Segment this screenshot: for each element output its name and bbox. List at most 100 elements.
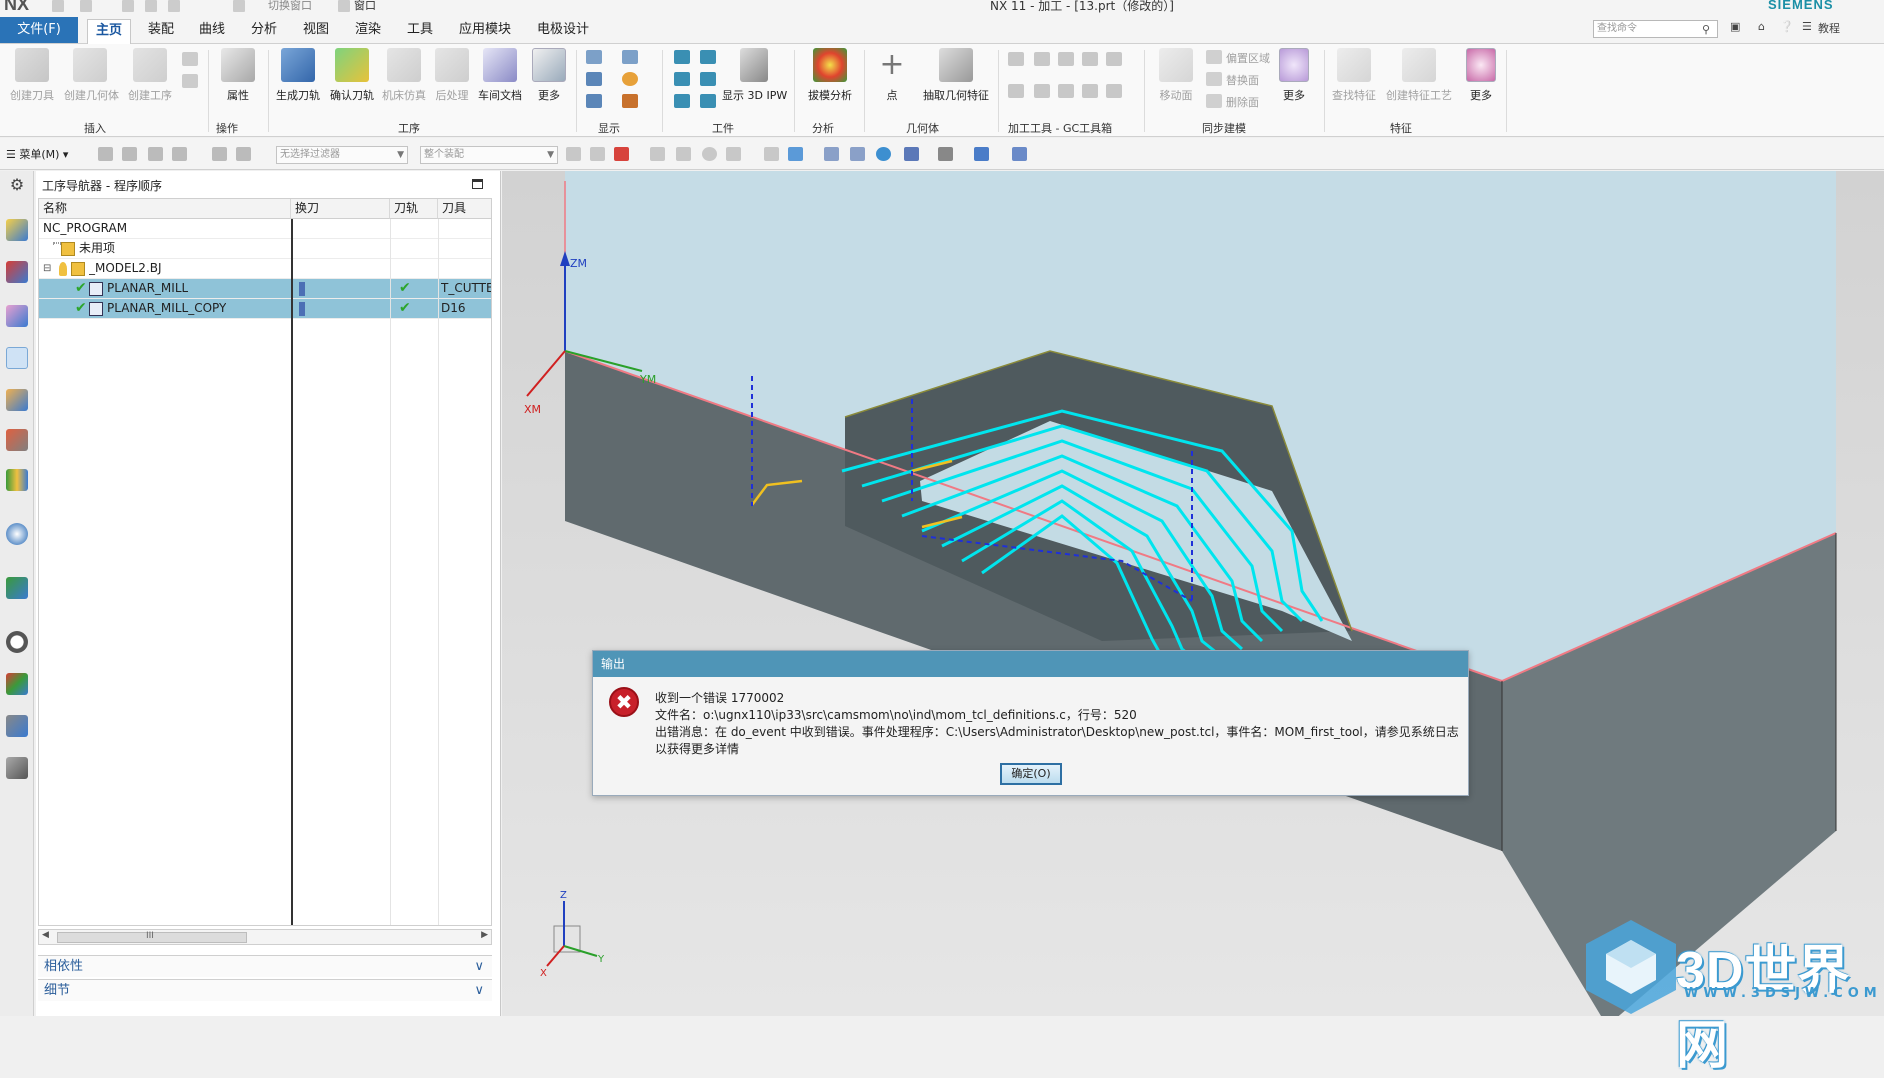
machining-feature-navigator-icon[interactable] [6, 429, 28, 451]
command-search-input[interactable]: 查找命令 ⚲ [1593, 20, 1718, 38]
display-icon-2[interactable] [622, 50, 638, 64]
search-icon[interactable]: ⚲ [1702, 22, 1716, 36]
table-row[interactable]: ✔ PLANAR_MILL_COPY ✔ D16 [39, 299, 491, 319]
dependencies-panel[interactable]: 相依性 ∨ [38, 955, 492, 977]
column-header-tool-change[interactable]: 换刀 [291, 199, 390, 219]
tab-application[interactable]: 应用模块 [450, 19, 520, 44]
display-icon-3[interactable] [586, 72, 602, 86]
replace-face-icon[interactable] [1206, 72, 1222, 86]
tb-icon-19[interactable] [904, 147, 919, 161]
table-row[interactable]: ⊟ _MODEL2.BJ [39, 259, 491, 279]
gc-icon-3[interactable] [1058, 52, 1074, 66]
home-icon[interactable]: ⌂ [1758, 20, 1765, 33]
column-header-toolpath[interactable]: 刀轨 [390, 199, 438, 219]
find-feature-button[interactable]: 查找特征 [1328, 48, 1380, 103]
display-icon-1[interactable] [586, 50, 602, 64]
tb-icon-15[interactable] [788, 147, 803, 161]
table-row[interactable]: ✔ PLANAR_MILL ✔ T_CUTTER [39, 279, 491, 299]
workpiece-icon-5[interactable] [674, 94, 690, 108]
copy-icon[interactable] [145, 0, 157, 12]
tb-icon-1[interactable] [98, 147, 113, 161]
gc-icon-4[interactable] [1082, 52, 1098, 66]
tb-icon-11[interactable] [676, 147, 691, 161]
tutorial-icon[interactable]: ☰ [1802, 20, 1812, 33]
display-icon-4[interactable] [622, 72, 638, 86]
tb-icon-17[interactable] [850, 147, 865, 161]
tab-home[interactable]: 主页 [87, 19, 131, 44]
tab-analysis[interactable]: 分析 [242, 19, 286, 44]
window-menu[interactable]: 窗口 [354, 0, 376, 13]
roles-icon[interactable] [6, 757, 28, 779]
history-icon[interactable] [6, 577, 28, 599]
paste-icon[interactable] [168, 0, 180, 12]
process-studio-icon[interactable] [6, 715, 28, 737]
collapse-icon[interactable]: ⊟ [43, 259, 51, 279]
workpiece-icon-4[interactable] [700, 72, 716, 86]
tab-render[interactable]: 渲染 [346, 19, 390, 44]
tb-icon-20[interactable] [938, 147, 953, 161]
gc-icon-8[interactable] [1058, 84, 1074, 98]
tb-icon-18[interactable] [876, 147, 891, 161]
repeat-command-icon[interactable] [233, 0, 245, 12]
delete-face-icon[interactable] [1206, 94, 1222, 108]
insert-small-icon-1[interactable] [182, 52, 198, 66]
save-icon[interactable] [52, 0, 64, 12]
tab-view[interactable]: 视图 [294, 19, 338, 44]
tb-icon-10[interactable] [650, 147, 665, 161]
tb-icon-8[interactable] [590, 147, 605, 161]
machine-tool-navigator-icon[interactable] [6, 389, 28, 411]
tb-icon-7[interactable] [566, 147, 581, 161]
table-row[interactable]: 未用项 [39, 239, 491, 259]
tb-icon-6[interactable] [236, 147, 251, 161]
workpiece-icon-2[interactable] [700, 50, 716, 64]
scroll-thumb[interactable]: III [57, 931, 247, 943]
gc-icon-5[interactable] [1106, 52, 1122, 66]
table-row[interactable]: NC_PROGRAM [39, 219, 491, 239]
offset-region-icon[interactable] [1206, 50, 1222, 64]
gc-icon-7[interactable] [1034, 84, 1050, 98]
move-face-button[interactable]: 移动面 [1150, 48, 1202, 103]
tb-icon-3[interactable] [148, 147, 163, 161]
verify-toolpath-button[interactable]: 确认刀轨 [326, 48, 378, 103]
gc-icon-6[interactable] [1008, 84, 1024, 98]
point-button[interactable]: + 点 [870, 48, 914, 103]
scroll-left-icon[interactable]: ◀ [42, 930, 49, 940]
reuse-library-icon[interactable] [6, 469, 28, 491]
column-header-name[interactable]: 名称 [39, 199, 291, 219]
postprocess-button[interactable]: 后处理 [426, 48, 478, 103]
web-browser-icon[interactable] [6, 523, 28, 545]
tb-icon-9[interactable] [614, 147, 629, 161]
column-header-tool[interactable]: 刀具 [438, 199, 491, 219]
tutorial-label[interactable]: 教程 [1818, 20, 1840, 36]
replace-face-label[interactable]: 替换面 [1226, 72, 1259, 88]
properties-button[interactable]: 属性 [212, 48, 264, 103]
procedure-more-button[interactable]: 更多 [526, 48, 572, 103]
create-feature-process-button[interactable]: 创建特征工艺 [1386, 48, 1452, 103]
help-icon[interactable]: ❔ [1780, 20, 1794, 33]
feature-more-button[interactable]: 更多 [1458, 48, 1504, 103]
gc-icon-2[interactable] [1034, 52, 1050, 66]
gc-icon-10[interactable] [1106, 84, 1122, 98]
show-3d-ipw-button[interactable]: 显示 3D IPW [722, 48, 787, 103]
settings-icon[interactable]: ⚙ [6, 175, 28, 197]
graphics-window[interactable]: ZM YM XM Z Y X [502, 171, 1884, 1016]
assembly-scope-dropdown[interactable]: 整个装配 ▼ [420, 146, 558, 164]
horizontal-scrollbar[interactable]: ◀ III ▶ [38, 929, 492, 945]
operation-navigator-icon[interactable] [6, 347, 28, 369]
selection-filter-dropdown[interactable]: 无选择过滤器 ▼ [276, 146, 408, 164]
tb-icon-14[interactable] [764, 147, 779, 161]
tb-icon-21[interactable] [974, 147, 989, 161]
part-navigator-icon[interactable] [6, 219, 28, 241]
file-menu[interactable]: 文件(F) [0, 17, 78, 43]
tb-icon-22[interactable] [1012, 147, 1027, 161]
draft-analysis-button[interactable]: 拔模分析 [804, 48, 856, 103]
tab-tools[interactable]: 工具 [398, 19, 442, 44]
create-operation-button[interactable]: 创建工序 [124, 48, 176, 103]
gc-icon-9[interactable] [1082, 84, 1098, 98]
display-icon-5[interactable] [586, 94, 602, 108]
tab-curve[interactable]: 曲线 [190, 19, 234, 44]
undo-icon[interactable] [80, 0, 92, 12]
clock-icon[interactable] [6, 631, 28, 653]
constraint-navigator-icon[interactable] [6, 305, 28, 327]
tb-icon-16[interactable] [824, 147, 839, 161]
